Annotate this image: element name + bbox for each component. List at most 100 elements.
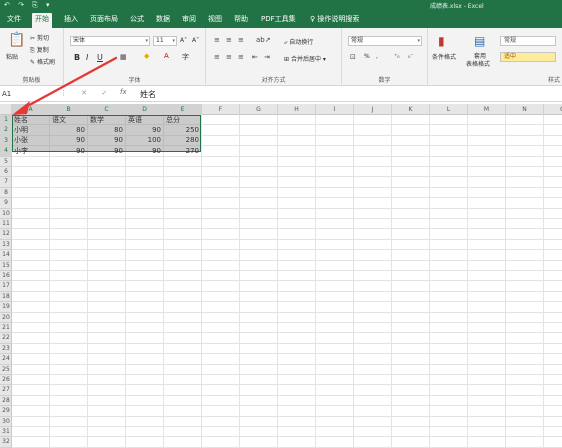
- style-normal[interactable]: 常规: [500, 36, 556, 46]
- cell-d4[interactable]: 90: [126, 147, 161, 156]
- tab-insert[interactable]: 插入: [61, 13, 81, 28]
- conditional-format-icon[interactable]: ▮: [438, 34, 445, 48]
- cell-e1[interactable]: 总分: [166, 116, 201, 125]
- indent-increase-icon[interactable]: ⇥: [264, 53, 270, 61]
- row-header-2[interactable]: 2: [0, 125, 12, 136]
- cell-c2[interactable]: 80: [88, 126, 123, 135]
- border-icon[interactable]: ▦: [120, 53, 127, 61]
- tell-me-search[interactable]: ♀ 操作说明搜索: [310, 13, 359, 26]
- underline-button[interactable]: U: [97, 53, 103, 62]
- row-header-29[interactable]: 29: [0, 406, 12, 417]
- cell-c1[interactable]: 数学: [90, 116, 125, 125]
- insert-function-button[interactable]: fx: [120, 88, 127, 96]
- column-header-l[interactable]: L: [430, 104, 468, 115]
- cell-c3[interactable]: 90: [88, 136, 123, 145]
- row-header-1[interactable]: 1: [0, 115, 12, 126]
- paste-icon[interactable]: 📋: [8, 32, 25, 48]
- column-header-k[interactable]: K: [392, 104, 430, 115]
- row-header-18[interactable]: 18: [0, 292, 12, 303]
- font-name-select[interactable]: 宋体 ▾: [70, 36, 150, 46]
- shrink-font-button[interactable]: A˅: [192, 37, 199, 44]
- cell-b4[interactable]: 90: [50, 147, 85, 156]
- indent-decrease-icon[interactable]: ⇤: [252, 53, 258, 61]
- tab-file[interactable]: 文件: [4, 13, 24, 28]
- tab-data[interactable]: 数据: [153, 13, 173, 28]
- row-header-5[interactable]: 5: [0, 157, 12, 167]
- row-header-13[interactable]: 13: [0, 240, 12, 251]
- column-header-o[interactable]: O: [544, 104, 562, 115]
- row-header-17[interactable]: 17: [0, 281, 12, 292]
- quick-access-toolbar[interactable]: ↶ ↷ ⎘ ▾: [4, 1, 53, 10]
- row-header-25[interactable]: 25: [0, 365, 12, 375]
- align-bottom-icon[interactable]: ≡: [238, 36, 244, 44]
- row-header-30[interactable]: 30: [0, 417, 12, 427]
- align-left-icon[interactable]: ≡: [214, 53, 220, 61]
- column-header-c[interactable]: C: [88, 104, 126, 115]
- tab-review[interactable]: 审阅: [179, 13, 199, 28]
- font-size-select[interactable]: 11 ▾: [153, 36, 177, 46]
- column-header-h[interactable]: H: [278, 104, 316, 115]
- column-header-d[interactable]: D: [126, 104, 164, 115]
- align-center-icon[interactable]: ≡: [226, 53, 232, 61]
- increase-decimal-icon[interactable]: ⁺₀: [394, 53, 400, 60]
- tab-help[interactable]: 帮助: [231, 13, 251, 28]
- conditional-format-button[interactable]: 条件格式: [432, 52, 456, 61]
- cell-d1[interactable]: 英语: [128, 116, 163, 125]
- column-header-g[interactable]: G: [240, 104, 278, 115]
- row-header-32[interactable]: 32: [0, 437, 12, 448]
- cell-d3[interactable]: 100: [126, 136, 161, 145]
- row-header-3[interactable]: 3: [0, 135, 12, 147]
- copy-button[interactable]: ⎘ 复制: [30, 45, 49, 55]
- row-header-27[interactable]: 27: [0, 385, 12, 396]
- select-all-corner[interactable]: [0, 104, 12, 115]
- row-header-28[interactable]: 28: [0, 396, 12, 407]
- tab-pdf-tools[interactable]: PDF工具集: [258, 13, 299, 28]
- cell-c4[interactable]: 90: [88, 147, 123, 156]
- table-format-button[interactable]: 表格格式: [466, 59, 490, 68]
- table-format-icon[interactable]: ▤: [474, 34, 485, 48]
- grow-font-button[interactable]: A˄: [180, 37, 187, 44]
- row-header-7[interactable]: 7: [0, 177, 12, 188]
- column-header-e[interactable]: E: [164, 104, 202, 115]
- tab-formulas[interactable]: 公式: [127, 13, 147, 28]
- column-header-n[interactable]: N: [506, 104, 544, 115]
- row-header-12[interactable]: 12: [0, 229, 12, 240]
- row-header-10[interactable]: 10: [0, 209, 12, 219]
- number-format-select[interactable]: 常规 ▾: [348, 36, 422, 46]
- cell-b2[interactable]: 80: [50, 126, 85, 135]
- row-header-19[interactable]: 19: [0, 302, 12, 313]
- phonetic-icon[interactable]: 字: [182, 52, 189, 62]
- currency-icon[interactable]: ⊡: [350, 53, 356, 61]
- bold-button[interactable]: B: [74, 53, 80, 62]
- cell-e2[interactable]: 250: [164, 126, 199, 135]
- row-header-24[interactable]: 24: [0, 354, 12, 365]
- row-header-22[interactable]: 22: [0, 333, 12, 344]
- cell-a2[interactable]: 小明: [14, 126, 49, 135]
- row-header-14[interactable]: 14: [0, 250, 12, 261]
- row-header-6[interactable]: 6: [0, 167, 12, 178]
- row-header-31[interactable]: 31: [0, 427, 12, 438]
- italic-button[interactable]: I: [86, 53, 88, 62]
- worksheet-grid[interactable]: ABCDEFGHIJKLMNO 123456789101112131415161…: [0, 104, 562, 448]
- cell-a4[interactable]: 小李: [14, 147, 49, 156]
- cell-b3[interactable]: 90: [50, 136, 85, 145]
- cut-button[interactable]: ✂ 剪切: [30, 33, 49, 42]
- row-header-15[interactable]: 15: [0, 261, 12, 271]
- cell-a1[interactable]: 姓名: [14, 116, 49, 125]
- decrease-decimal-icon[interactable]: ₀⁻: [408, 53, 414, 60]
- cell-b1[interactable]: 语文: [52, 116, 87, 125]
- cell-a3[interactable]: 小张: [14, 136, 49, 145]
- tab-view[interactable]: 视图: [205, 13, 225, 28]
- column-header-j[interactable]: J: [354, 104, 392, 115]
- comma-button[interactable]: ,: [376, 53, 378, 60]
- column-header-a[interactable]: A: [12, 104, 50, 115]
- align-middle-icon[interactable]: ≡: [226, 36, 232, 44]
- row-header-8[interactable]: 8: [0, 188, 12, 199]
- column-header-m[interactable]: M: [468, 104, 506, 115]
- row-header-16[interactable]: 16: [0, 271, 12, 282]
- row-header-23[interactable]: 23: [0, 344, 12, 355]
- orientation-icon[interactable]: ab↗: [256, 36, 271, 44]
- align-right-icon[interactable]: ≡: [238, 53, 244, 61]
- formula-input[interactable]: 姓名: [140, 89, 156, 100]
- format-painter-button[interactable]: ✎ 格式刷: [30, 57, 55, 66]
